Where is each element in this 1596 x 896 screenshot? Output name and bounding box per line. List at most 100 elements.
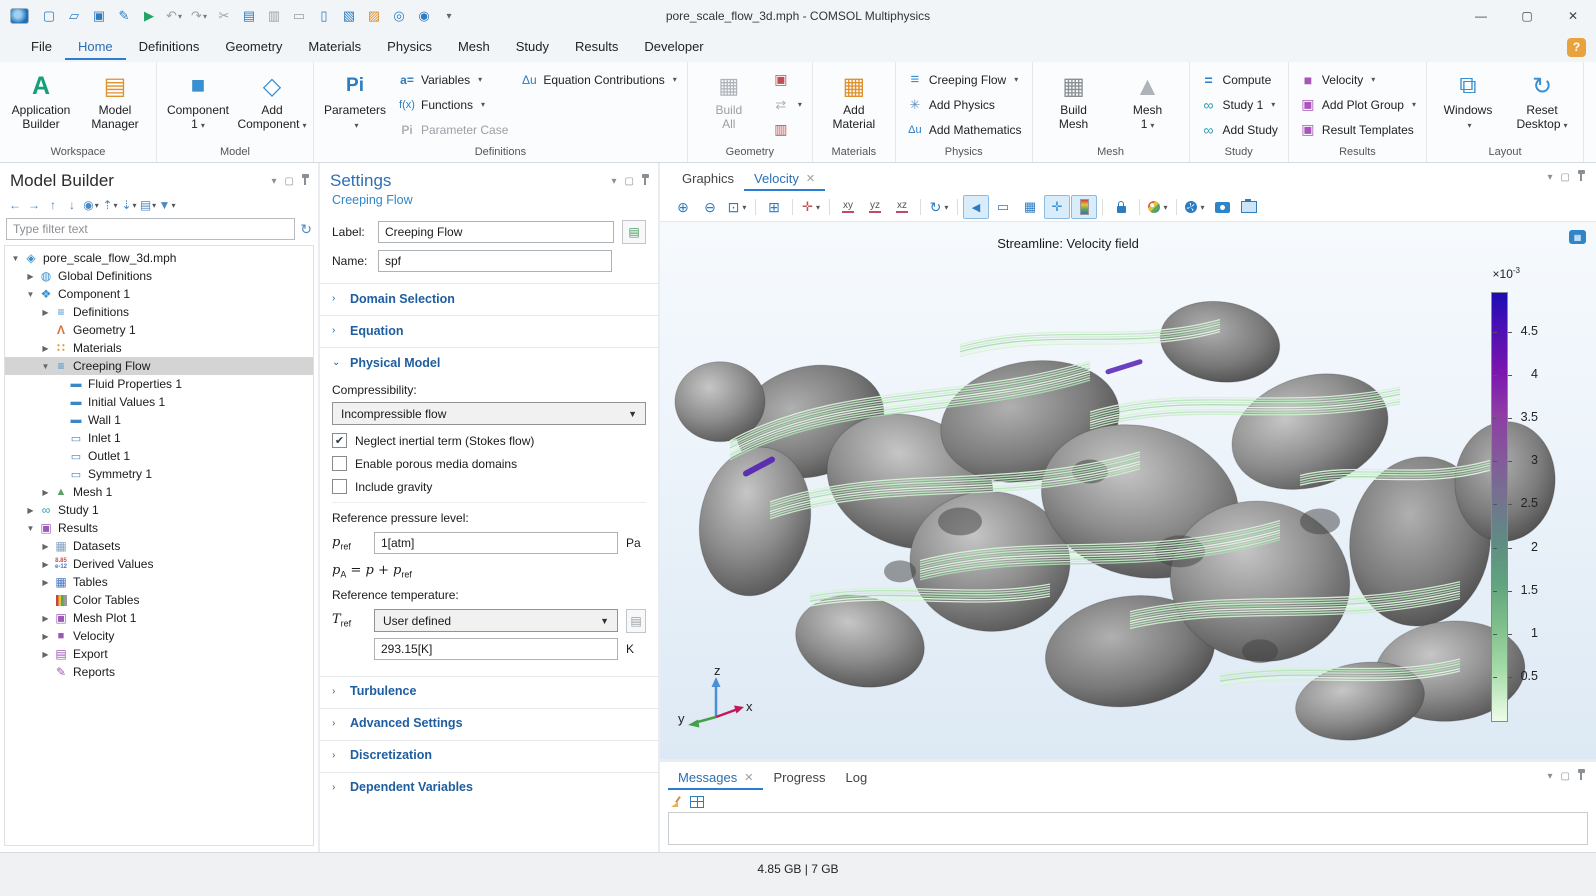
ribbon-button-build-all[interactable]: ▦BuildAll xyxy=(693,67,765,131)
customize-toolbar-button[interactable]: ▾ xyxy=(437,4,461,28)
paste-button[interactable]: ▥ xyxy=(262,4,286,28)
ribbon-button-add-mathematics[interactable]: ΔuAdd Mathematics xyxy=(901,117,1027,142)
float-panel-icon[interactable]: ▢ xyxy=(1561,172,1570,183)
menu-geometry[interactable]: Geometry xyxy=(212,34,295,60)
redo-button[interactable]: ↷▾ xyxy=(187,4,211,28)
compressibility-dropdown[interactable]: Incompressible flow ▼ xyxy=(332,402,646,425)
clear-messages-icon[interactable] xyxy=(670,796,682,808)
tree-item-outlet-1[interactable]: ▭Outlet 1 xyxy=(5,447,313,465)
find-replace-button[interactable]: ◉ xyxy=(412,4,436,28)
tree-item-geometry-1[interactable]: ΛGeometry 1 xyxy=(5,321,313,339)
section-turbulence[interactable]: ›Turbulence xyxy=(320,676,658,706)
tree-item-reports[interactable]: ✎Reports xyxy=(5,663,313,681)
menu-mesh[interactable]: Mesh xyxy=(445,34,503,60)
messages-tab-progress[interactable]: Progress xyxy=(763,764,835,790)
tree-item-initial-values-1[interactable]: ▬Initial Values 1 xyxy=(5,393,313,411)
checkbox-unchecked[interactable] xyxy=(332,479,347,494)
duplicate-button[interactable]: ▭ xyxy=(287,4,311,28)
save-button[interactable]: ▣ xyxy=(87,4,111,28)
float-panel-icon[interactable]: ▢ xyxy=(625,176,634,187)
menu-materials[interactable]: Materials xyxy=(295,34,374,60)
panel-menu-icon[interactable]: ▾ xyxy=(272,176,277,187)
messages-tab-log[interactable]: Log xyxy=(836,764,878,790)
zoom-box-button[interactable]: ⊡▾ xyxy=(724,195,750,219)
tree-item-wall-1[interactable]: ▬Wall 1 xyxy=(5,411,313,429)
tree-expander-icon[interactable]: ▶ xyxy=(24,506,37,515)
checkbox-unchecked[interactable] xyxy=(332,456,347,471)
rename-button[interactable]: ▤ xyxy=(622,220,646,244)
tref-input[interactable]: 293.15[K] xyxy=(374,638,618,660)
go-to-default-view-button[interactable]: ✛▾ xyxy=(798,195,824,219)
messages-output[interactable] xyxy=(668,812,1588,845)
cut-button[interactable]: ✂ xyxy=(212,4,236,28)
ribbon-button-creeping-flow[interactable]: ≡Creeping Flow▾ xyxy=(901,67,1027,92)
section-discretization[interactable]: ›Discretization xyxy=(320,740,658,770)
pin-icon[interactable] xyxy=(644,178,646,185)
tree-item-color-tables[interactable]: Color Tables xyxy=(5,591,313,609)
maximize-button[interactable]: ▢ xyxy=(1504,0,1550,32)
appearance-button[interactable]: ▾ xyxy=(1145,195,1171,219)
ribbon-button-model-manager[interactable]: ▤ModelManager xyxy=(79,67,151,131)
menu-file[interactable]: File xyxy=(18,34,65,60)
plot-image-icon[interactable]: ▦ xyxy=(1569,230,1586,244)
tree-expander-icon[interactable]: ▶ xyxy=(39,308,52,317)
run-button[interactable]: ▶ xyxy=(137,4,161,28)
checkbox-row-enable-porous-media-domains[interactable]: Enable porous media domains xyxy=(332,452,646,475)
menu-physics[interactable]: Physics xyxy=(374,34,445,60)
ribbon-button-parameter-case[interactable]: PiParameter Case xyxy=(393,117,513,142)
undo-button[interactable]: ↶▾ xyxy=(162,4,186,28)
minimize-button[interactable]: — xyxy=(1458,0,1504,32)
ribbon-button-add-study[interactable]: ∞Add Study xyxy=(1195,117,1283,142)
ribbon-button-parameters[interactable]: PiParameters▾ xyxy=(319,67,391,133)
tree-expander-icon[interactable]: ▶ xyxy=(24,272,37,281)
go-back-button[interactable]: ← xyxy=(6,196,24,214)
panel-menu-icon[interactable]: ▾ xyxy=(1548,771,1553,782)
section-equation[interactable]: ›Equation xyxy=(320,315,658,345)
tree-expander-icon[interactable]: ▼ xyxy=(24,290,37,299)
pin-icon[interactable] xyxy=(304,178,306,185)
section-domain-selection[interactable]: ›Domain Selection xyxy=(320,283,658,313)
menu-definitions[interactable]: Definitions xyxy=(126,34,213,60)
messages-tab-messages[interactable]: Messages✕ xyxy=(668,764,763,790)
tree-item-study-1[interactable]: ▶∞Study 1 xyxy=(5,501,313,519)
ribbon-button-build-mesh[interactable]: ▦BuildMesh xyxy=(1038,67,1110,131)
zoom-out-button[interactable]: ⊖ xyxy=(697,195,723,219)
pin-icon[interactable] xyxy=(1580,174,1582,181)
go-forward-button[interactable]: → xyxy=(25,196,43,214)
tree-expander-icon[interactable]: ▶ xyxy=(39,542,52,551)
graphics-tab-graphics[interactable]: Graphics xyxy=(672,165,744,191)
tree-item-mesh-plot-1[interactable]: ▶▣Mesh Plot 1 xyxy=(5,609,313,627)
section-advanced-settings[interactable]: ›Advanced Settings xyxy=(320,708,658,738)
view-yz-button[interactable]: yz xyxy=(862,195,888,219)
name-input[interactable]: spf xyxy=(378,250,612,272)
move-down-button[interactable]: ↓ xyxy=(63,196,81,214)
move-up-button[interactable]: ↑ xyxy=(44,196,62,214)
tree-expander-icon[interactable]: ▶ xyxy=(39,488,52,497)
tree-expander-icon[interactable]: ▶ xyxy=(39,614,52,623)
tree-item-velocity[interactable]: ▶■Velocity xyxy=(5,627,313,645)
section-physical-model[interactable]: ⌄ Physical Model xyxy=(320,347,658,377)
menu-home[interactable]: Home xyxy=(65,34,126,60)
menu-developer[interactable]: Developer xyxy=(631,34,716,60)
checkbox-checked[interactable]: ✔ xyxy=(332,433,347,448)
help-button[interactable]: ? xyxy=(1567,38,1586,57)
ribbon-button-remove-details[interactable]: ▥ xyxy=(767,117,807,142)
tree-item-symmetry-1[interactable]: ▭Symmetry 1 xyxy=(5,465,313,483)
tree-item-results[interactable]: ▼▣Results xyxy=(5,519,313,537)
filter-input[interactable]: Type filter text xyxy=(6,218,295,240)
grid-button[interactable]: ▦ xyxy=(1017,195,1043,219)
filter-button[interactable]: ▼▾ xyxy=(158,196,176,214)
pin-icon[interactable] xyxy=(1580,773,1582,780)
new-file-button[interactable]: ▢ xyxy=(37,4,61,28)
menu-study[interactable]: Study xyxy=(503,34,562,60)
clear-selection-button[interactable]: ▨ xyxy=(362,4,386,28)
graphics-canvas[interactable]: Streamline: Velocity field ▦ ×10-3 4.543… xyxy=(660,222,1596,759)
label-input[interactable]: Creeping Flow xyxy=(378,221,614,243)
tree-item-mesh-1[interactable]: ▶▲Mesh 1 xyxy=(5,483,313,501)
panel-menu-icon[interactable]: ▾ xyxy=(1548,172,1553,183)
ribbon-button-add-plot-group[interactable]: ▣Add Plot Group▾ xyxy=(1294,92,1421,117)
tree-item-pore-scale-flow-3d-mph[interactable]: ▼◈pore_scale_flow_3d.mph xyxy=(5,249,313,267)
ribbon-button-import-geometry[interactable]: ▣ xyxy=(767,67,807,92)
tree-expander-icon[interactable]: ▼ xyxy=(39,362,52,371)
zoom-extents-button[interactable]: ⊞ xyxy=(761,195,787,219)
